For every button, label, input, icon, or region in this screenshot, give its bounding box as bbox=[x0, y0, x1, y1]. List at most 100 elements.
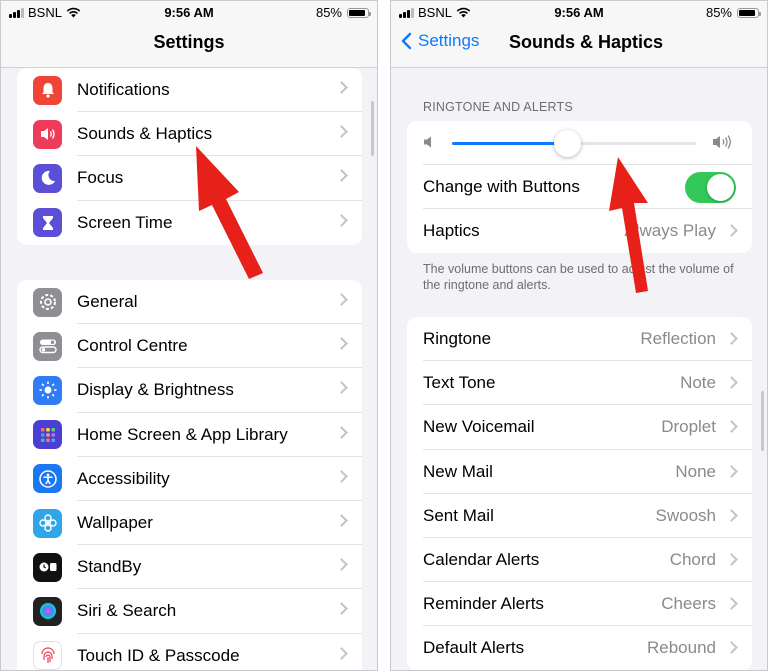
settings-row-home-screen[interactable]: Home Screen & App Library bbox=[17, 413, 362, 457]
tone-label: Sent Mail bbox=[423, 505, 494, 525]
row-label: Touch ID & Passcode bbox=[77, 645, 240, 665]
tone-label: Ringtone bbox=[423, 329, 492, 349]
volume-slider-row bbox=[407, 121, 752, 165]
settings-row-standby[interactable]: StandBy bbox=[17, 545, 362, 590]
row-label: Sounds & Haptics bbox=[77, 124, 213, 144]
hourglass-icon bbox=[33, 208, 62, 238]
moon-icon bbox=[33, 163, 62, 193]
row-label: Display & Brightness bbox=[77, 380, 234, 400]
volume-slider[interactable] bbox=[452, 130, 696, 157]
settings-row-sounds-haptics[interactable]: Sounds & Haptics bbox=[17, 112, 362, 157]
tone-value: Droplet bbox=[661, 417, 716, 437]
chevron-right-icon bbox=[725, 224, 738, 238]
change-with-buttons-toggle[interactable] bbox=[685, 172, 736, 203]
tone-value: Chord bbox=[669, 550, 716, 570]
ringtone-alerts-group: Change with Buttons Haptics Always Play bbox=[407, 121, 752, 254]
tone-value: None bbox=[675, 461, 716, 481]
scroll-indicator[interactable] bbox=[761, 391, 764, 451]
speaker-low-icon bbox=[424, 136, 431, 148]
page-title: Settings bbox=[153, 32, 225, 52]
standby-icon bbox=[33, 552, 62, 582]
volume-slider-fill bbox=[452, 142, 567, 145]
row-label: Notifications bbox=[77, 80, 170, 100]
settings-row-general[interactable]: General bbox=[17, 280, 362, 325]
section-header: RINGTONE AND ALERTS bbox=[423, 100, 573, 114]
tone-row-ringtone[interactable]: Ringtone Reflection bbox=[407, 317, 752, 362]
page-title: Sounds & Haptics bbox=[509, 32, 664, 52]
chevron-right-icon bbox=[725, 508, 738, 522]
settings-row-wallpaper[interactable]: Wallpaper bbox=[17, 501, 362, 546]
chevron-left-icon bbox=[401, 32, 412, 50]
row-label: Screen Time bbox=[77, 212, 173, 232]
battery-icon bbox=[347, 7, 371, 18]
row-label: StandBy bbox=[77, 557, 142, 577]
toggles-icon bbox=[33, 331, 62, 361]
status-bar: BSNL 9:56 AM 85% bbox=[391, 1, 767, 23]
settings-row-screen-time[interactable]: Screen Time bbox=[17, 201, 362, 245]
chevron-right-icon bbox=[725, 464, 738, 478]
row-label: General bbox=[77, 292, 138, 312]
battery-percent: 85% bbox=[315, 5, 342, 20]
settings-row-display-brightness[interactable]: Display & Brightness bbox=[17, 368, 362, 413]
change-with-buttons-row: Change with Buttons bbox=[407, 165, 752, 210]
tone-value: Reflection bbox=[640, 329, 716, 349]
status-bar: BSNL 9:56 AM 85% bbox=[1, 1, 377, 23]
tone-value: Note bbox=[680, 373, 716, 393]
tone-label: Text Tone bbox=[423, 373, 496, 393]
settings-group-2: General Control Centre Display & Brightn… bbox=[17, 280, 362, 670]
battery-percent: 85% bbox=[705, 5, 732, 20]
bell-icon bbox=[33, 75, 62, 105]
row-label: Accessibility bbox=[77, 468, 170, 488]
settings-row-notifications[interactable]: Notifications bbox=[17, 68, 362, 113]
back-button[interactable]: Settings bbox=[401, 31, 479, 51]
tone-label: Default Alerts bbox=[423, 638, 525, 658]
chevron-right-icon bbox=[725, 420, 738, 434]
settings-row-control-centre[interactable]: Control Centre bbox=[17, 324, 362, 369]
volume-slider-thumb[interactable] bbox=[553, 130, 581, 157]
chevron-right-icon bbox=[725, 641, 738, 655]
tone-label: Calendar Alerts bbox=[423, 550, 540, 570]
speaker-icon bbox=[33, 119, 62, 149]
tone-row-new-mail[interactable]: New Mail None bbox=[407, 450, 752, 494]
tones-group: Ringtone Reflection Text Tone Note New V… bbox=[407, 317, 752, 670]
tone-label: Reminder Alerts bbox=[423, 594, 544, 614]
battery-icon bbox=[737, 7, 761, 18]
settings-row-siri-search[interactable]: Siri & Search bbox=[17, 589, 362, 634]
tone-value: Cheers bbox=[661, 594, 716, 614]
back-label: Settings bbox=[418, 31, 480, 50]
settings-row-focus[interactable]: Focus bbox=[17, 156, 362, 201]
accessibility-icon bbox=[33, 464, 62, 494]
gear-icon bbox=[33, 287, 62, 317]
chevron-right-icon bbox=[725, 332, 738, 345]
chevron-right-icon bbox=[725, 597, 738, 610]
haptics-row[interactable]: Haptics Always Play bbox=[407, 209, 752, 253]
speaker-high-icon bbox=[713, 135, 731, 149]
tone-label: New Voicemail bbox=[423, 417, 535, 437]
scroll-indicator[interactable] bbox=[371, 101, 374, 156]
volume-footer-note: The volume buttons can be used to adjust… bbox=[423, 262, 734, 292]
haptics-label: Haptics bbox=[423, 221, 480, 241]
haptics-value: Always Play bbox=[624, 221, 716, 241]
row-label: Home Screen & App Library bbox=[77, 424, 288, 444]
settings-row-touch-id[interactable]: Touch ID & Passcode bbox=[17, 634, 362, 670]
tone-row-default-alerts[interactable]: Default Alerts Rebound bbox=[407, 626, 752, 670]
row-label: Control Centre bbox=[77, 336, 188, 356]
siri-icon bbox=[33, 596, 62, 626]
settings-group-1: Notifications Sounds & Haptics Focus Scr… bbox=[17, 68, 362, 245]
tone-value: Rebound bbox=[646, 638, 716, 658]
tone-row-new-voicemail[interactable]: New Voicemail Droplet bbox=[407, 405, 752, 450]
tone-row-text-tone[interactable]: Text Tone Note bbox=[407, 361, 752, 406]
settings-screen: BSNL 9:56 AM 85% Settings Notifications … bbox=[0, 0, 378, 671]
flower-icon bbox=[33, 508, 62, 538]
tone-row-reminder-alerts[interactable]: Reminder Alerts Cheers bbox=[407, 582, 752, 627]
sounds-haptics-screen: BSNL 9:56 AM 85% Settings Sounds & Hapti… bbox=[390, 0, 768, 671]
chevron-right-icon bbox=[725, 553, 738, 566]
tone-row-calendar-alerts[interactable]: Calendar Alerts Chord bbox=[407, 538, 752, 583]
row-label: Siri & Search bbox=[77, 601, 177, 621]
settings-row-accessibility[interactable]: Accessibility bbox=[17, 457, 362, 501]
tone-row-sent-mail[interactable]: Sent Mail Swoosh bbox=[407, 494, 752, 538]
tone-value: Swoosh bbox=[655, 505, 716, 525]
chevron-right-icon bbox=[725, 376, 738, 390]
row-label: Focus bbox=[77, 168, 124, 188]
fingerprint-icon bbox=[33, 641, 62, 670]
